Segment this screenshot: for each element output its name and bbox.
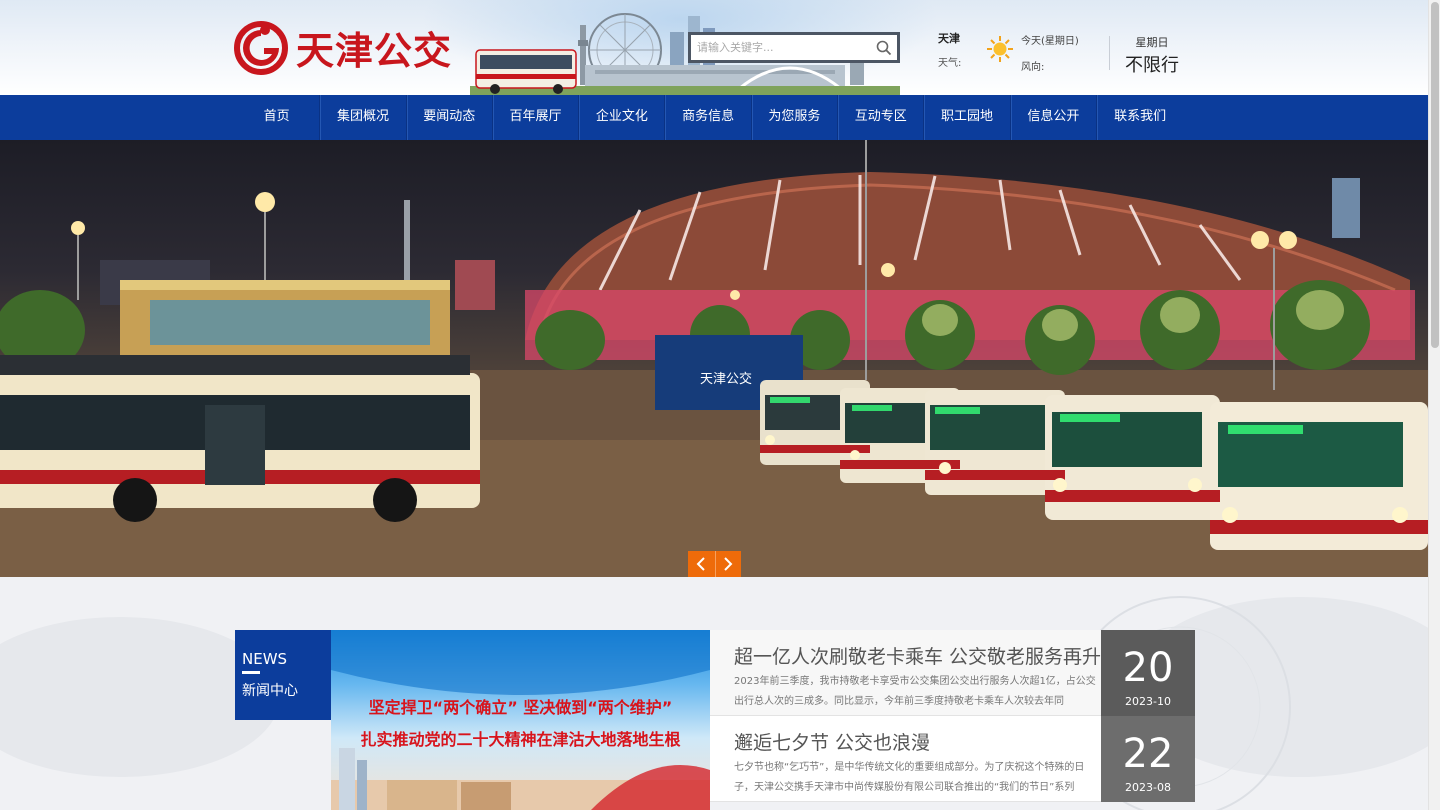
today-info: 今天(星期日) 风向:	[1021, 29, 1079, 81]
poster-headline-2: 扎实推动党的二十大精神在津沽大地落地生根	[360, 730, 681, 749]
logo[interactable]: 天津公交	[234, 20, 452, 75]
banner-sign-text: 天津公交	[700, 371, 752, 387]
search-icon[interactable]	[871, 35, 897, 60]
traffic-restriction: 星期日 不限行	[1110, 34, 1194, 77]
nav-item-culture[interactable]: 企业文化	[579, 95, 666, 140]
page: 天津公交 请输入关键字... 天津 天气: 今天(星期日) 风向: 星期日 不限…	[0, 0, 1440, 810]
nav-item-services[interactable]: 为您服务	[752, 95, 839, 140]
main-nav: 首页 集团概况 要闻动态 百年展厅 企业文化 商务信息 为您服务 互动专区 职工…	[0, 95, 1428, 140]
nav-item-disclosure[interactable]: 信息公开	[1011, 95, 1097, 140]
page-scrollbar[interactable]	[1428, 0, 1440, 810]
weather-widget: 天津 天气:	[938, 30, 961, 69]
news-date-day: 20	[1122, 645, 1174, 691]
logo-mark-icon	[234, 20, 288, 75]
news-summary: 七夕节也称“乞巧节”，是中华传统文化的重要组成部分。为了庆祝这个特殊的日子，天津…	[734, 762, 1085, 793]
banner-night-scene: 天津公交	[0, 140, 1428, 577]
nav-item-business[interactable]: 商务信息	[665, 95, 752, 140]
nav-item-home[interactable]: 首页	[234, 95, 321, 140]
news-summary: 2023年前三季度，我市持敬老卡享受市公交集团公交出行服务人次超1亿，占公交出行…	[734, 676, 1096, 707]
nav-item-staff[interactable]: 职工园地	[924, 95, 1011, 140]
today-label: 今天(星期日)	[1021, 36, 1079, 47]
search-input[interactable]	[691, 35, 871, 60]
news-title[interactable]: 超一亿人次刷敬老卡乘车 公交敬老服务再升级	[734, 642, 1120, 669]
scrollbar-thumb[interactable]	[1431, 2, 1439, 348]
news-date-month: 2023-08	[1125, 781, 1171, 794]
poster-illustration	[331, 630, 710, 810]
news-item[interactable]: 邂逅七夕节 公交也浪漫 七夕节也称“乞巧节”，是中华传统文化的重要组成部分。为了…	[710, 716, 1195, 802]
poster-headline-1: 坚定捍卫“两个确立” 坚决做到“两个维护”	[368, 698, 673, 717]
news-tag-en: NEWS	[242, 650, 288, 668]
news-list: 超一亿人次刷敬老卡乘车 公交敬老服务再升级 2023年前三季度，我市持敬老卡享受…	[710, 630, 1195, 810]
news-date: 22 2023-08	[1101, 716, 1195, 802]
hero-banner[interactable]: 天津公交	[0, 140, 1428, 577]
search-box	[688, 32, 900, 63]
news-tag-zh: 新闻中心	[242, 683, 298, 699]
nav-item-contact[interactable]: 联系我们	[1097, 95, 1183, 140]
nav-item-group-overview[interactable]: 集团概况	[320, 95, 407, 140]
chevron-right-icon[interactable]	[714, 551, 741, 577]
header: 天津公交 请输入关键字... 天津 天气: 今天(星期日) 风向: 星期日 不限…	[0, 0, 1428, 95]
nav-item-news[interactable]: 要闻动态	[407, 95, 493, 140]
weather-city: 天津	[938, 32, 960, 45]
news-item[interactable]: 超一亿人次刷敬老卡乘车 公交敬老服务再升级 2023年前三季度，我市持敬老卡享受…	[710, 630, 1195, 716]
nav-item-interaction[interactable]: 互动专区	[838, 95, 925, 140]
news-center-tag[interactable]: NEWS 新闻中心	[235, 630, 331, 720]
news-date-month: 2023-10	[1125, 695, 1171, 708]
logo-text: 天津公交	[296, 29, 453, 73]
news-date: 20 2023-10	[1101, 630, 1195, 716]
restriction-value: 不限行	[1125, 55, 1179, 76]
chevron-left-icon[interactable]	[688, 551, 715, 577]
restriction-weekday: 星期日	[1135, 36, 1169, 49]
news-poster[interactable]: 坚定捍卫“两个确立” 坚决做到“两个维护” 扎实推动党的二十大精神在津沽大地落地…	[331, 630, 710, 810]
news-date-day: 22	[1122, 731, 1174, 777]
nav-item-history-hall[interactable]: 百年展厅	[493, 95, 580, 140]
banner-controls	[688, 551, 741, 577]
news-tag-underline	[242, 671, 260, 674]
news-title[interactable]: 邂逅七夕节 公交也浪漫	[734, 728, 930, 755]
weather-label: 天气:	[938, 58, 962, 69]
wind-label: 风向:	[1021, 62, 1045, 73]
sun-icon	[987, 36, 1013, 62]
